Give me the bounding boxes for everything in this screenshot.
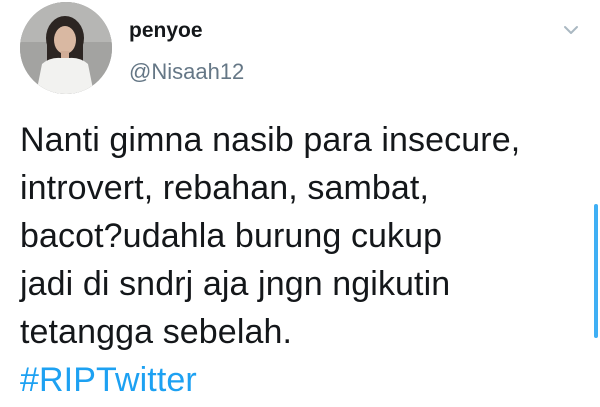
chevron-down-icon — [564, 26, 578, 34]
author-display-name[interactable]: penyoe — [129, 19, 203, 43]
tweet-text-line: Nanti gimna nasib para insecure, — [20, 121, 521, 159]
tweet-text: Nanti gimna nasib para insecure, introve… — [20, 116, 580, 404]
tweet-text-line: introvert, rebahan, sambat, — [20, 169, 430, 207]
tweet-text-line: jadi di sndrj aja jngn ngikutin — [20, 265, 451, 303]
avatar-photo-icon — [20, 2, 112, 94]
author-handle[interactable]: @Nisaah12 — [129, 59, 244, 85]
scrollbar-thumb[interactable] — [594, 204, 598, 338]
tweet-text-line: tetangga sebelah. — [20, 313, 293, 351]
avatar[interactable] — [20, 2, 112, 94]
tweet-text-line: bacot?udahla burung cukup — [20, 217, 443, 255]
tweet-card: penyoe @Nisaah12 Nanti gimna nasib para … — [0, 0, 600, 407]
tweet-menu-button[interactable] — [560, 20, 582, 40]
hashtag-link[interactable]: #RIPTwitter — [20, 356, 580, 404]
